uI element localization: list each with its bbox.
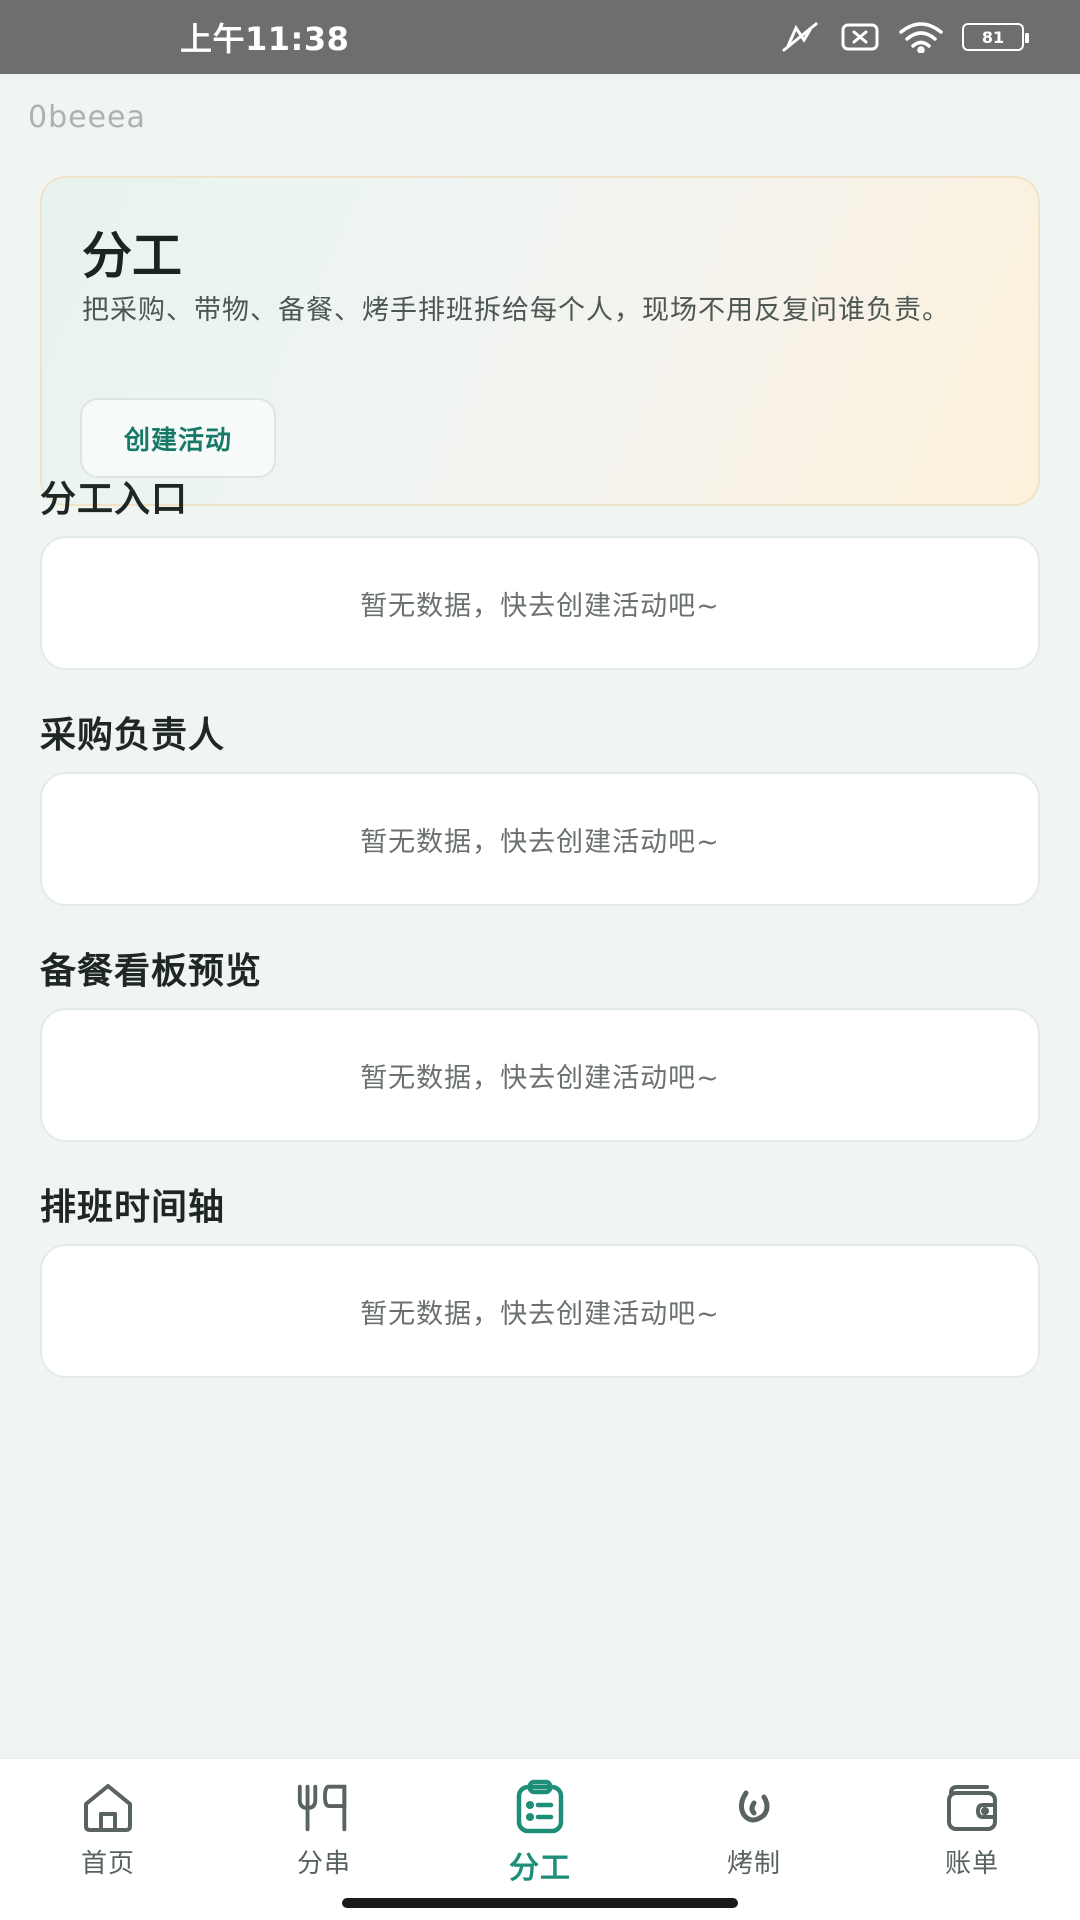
tab-home[interactable]: 首页 bbox=[38, 1777, 178, 1887]
main-content[interactable]: 分工 把采购、带物、备餐、烤手排班拆给每个人，现场不用反复问谁负责。 创建活动 bbox=[0, 74, 1080, 1758]
sim-off-icon bbox=[840, 21, 880, 53]
page-title: 分工 bbox=[82, 227, 182, 285]
tab-label: 烤制 bbox=[726, 1849, 781, 1879]
create-activity-button[interactable]: 创建活动 bbox=[80, 398, 276, 478]
empty-state-card: 暂无数据，快去创建活动吧~ bbox=[40, 536, 1040, 670]
bottom-tab-bar: 首页 分串 分工 烤制 账单 bbox=[0, 1758, 1080, 1920]
hero-card: 分工 把采购、带物、备餐、烤手排班拆给每个人，现场不用反复问谁负责。 创建活动 bbox=[40, 176, 1040, 506]
empty-state-text: 暂无数据，快去创建活动吧~ bbox=[360, 1298, 720, 1330]
empty-state-text: 暂无数据，快去创建活动吧~ bbox=[360, 590, 720, 622]
section-title-schedule-timeline: 排班时间轴 bbox=[40, 1187, 226, 1228]
empty-state-card: 暂无数据，快去创建活动吧~ bbox=[40, 1008, 1040, 1142]
tab-bill[interactable]: 账单 bbox=[902, 1777, 1042, 1887]
tab-label: 分工 bbox=[509, 1851, 571, 1886]
tab-label: 首页 bbox=[80, 1849, 135, 1879]
tab-label: 分串 bbox=[296, 1849, 351, 1879]
empty-state-text: 暂无数据，快去创建活动吧~ bbox=[360, 826, 720, 858]
status-time: 上午11:38 bbox=[180, 20, 350, 58]
flame-icon bbox=[724, 1777, 784, 1837]
status-icons: 81 bbox=[778, 0, 1029, 74]
wifi-icon bbox=[898, 21, 944, 53]
home-indicator[interactable] bbox=[342, 1898, 738, 1908]
section-title-prep-board: 备餐看板预览 bbox=[40, 951, 263, 992]
tab-skewer[interactable]: 分串 bbox=[254, 1777, 394, 1887]
battery-level: 81 bbox=[981, 27, 1005, 47]
section-title-division-entry: 分工入口 bbox=[40, 479, 189, 520]
mute-vibrate-icon bbox=[778, 20, 822, 54]
battery-indicator: 81 bbox=[962, 23, 1029, 51]
section-title-purchase-owner: 采购负责人 bbox=[40, 715, 226, 756]
empty-state-card: 暂无数据，快去创建活动吧~ bbox=[40, 1244, 1040, 1378]
home-icon bbox=[78, 1777, 138, 1837]
tab-grill[interactable]: 烤制 bbox=[684, 1777, 824, 1887]
wallet-icon bbox=[942, 1777, 1002, 1837]
tab-division[interactable]: 分工 bbox=[470, 1777, 610, 1887]
empty-state-card: 暂无数据，快去创建活动吧~ bbox=[40, 772, 1040, 906]
debug-overlay-text: 0beeea bbox=[28, 100, 146, 135]
hero-description: 把采购、带物、备餐、烤手排班拆给每个人，现场不用反复问谁负责。 bbox=[82, 295, 950, 326]
skewer-icon bbox=[294, 1777, 354, 1837]
tab-label: 账单 bbox=[944, 1849, 999, 1879]
empty-state-text: 暂无数据，快去创建活动吧~ bbox=[360, 1062, 720, 1094]
status-bar: 上午11:38 81 bbox=[0, 0, 1080, 74]
clipboard-icon bbox=[510, 1777, 570, 1837]
